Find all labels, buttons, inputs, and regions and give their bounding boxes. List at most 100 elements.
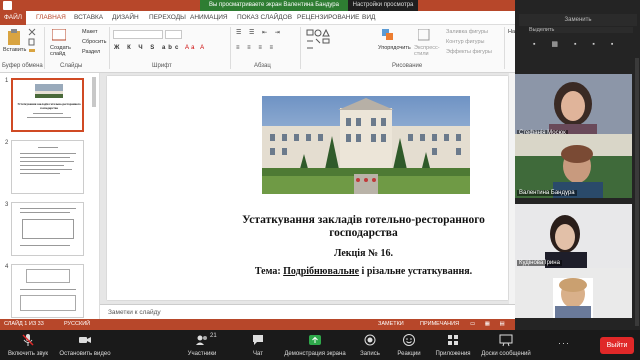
thumb-diagram	[22, 219, 74, 239]
thumb-number: 4	[5, 264, 9, 270]
chat-icon	[253, 335, 263, 345]
thumbnail-slide-3[interactable]	[11, 202, 84, 256]
new-slide-icon[interactable]	[52, 29, 66, 41]
screen-share-banner: Вы просматриваете экран Валентина Бандур…	[200, 0, 348, 11]
unmute-button[interactable]: Включить звук	[0, 330, 56, 360]
participant-name: Кудінова Ірина	[517, 260, 562, 266]
comments-toggle[interactable]: ПРИМЕЧАНИЯ	[420, 319, 459, 330]
tab-slideshow[interactable]: ПОКАЗ СЛАЙДОВ	[237, 14, 292, 21]
font-format-buttons[interactable]: Ж К Ч S abc	[114, 45, 181, 51]
slide-thumbnails-pane: 1 Устаткування закладів готельно-рестора…	[0, 73, 100, 319]
quick-styles-button[interactable]: Экспресс-стили	[414, 45, 440, 57]
participant-tile[interactable]	[515, 268, 632, 318]
record-button[interactable]: Запись	[356, 330, 384, 360]
section-button[interactable]: Раздел	[82, 49, 100, 55]
participant-tile[interactable]: Стефанія Мосюк	[515, 74, 632, 138]
whiteboards-button[interactable]: Доски сообщений	[478, 330, 534, 360]
status-bar: СЛАЙД 1 ИЗ 33 РУССКИЙ ЗАМЕТКИ ПРИМЕЧАНИЯ…	[0, 319, 515, 338]
tab-view[interactable]: ВИД	[362, 14, 375, 21]
tab-animation[interactable]: АНИМАЦИЯ	[190, 14, 228, 21]
thumbnail-slide-1[interactable]: Устаткування закладів готельно-ресторанн…	[11, 78, 84, 132]
shape-effects-button[interactable]: Эффекты фигуры	[446, 49, 492, 55]
thumbnails-scrollbar[interactable]	[92, 77, 96, 107]
font-color-buttons[interactable]: Аа А	[185, 45, 206, 51]
arrange-button[interactable]: Упорядочить	[378, 45, 411, 51]
layout-button[interactable]: Макет	[82, 29, 98, 35]
apps-button[interactable]: Приложения	[432, 330, 474, 360]
participants-button[interactable]: 21 Участники	[182, 330, 222, 360]
thumb-table	[20, 295, 76, 311]
chat-button[interactable]: Чат	[244, 330, 272, 360]
participants-icon	[196, 335, 207, 345]
microphone-muted-icon	[22, 334, 34, 346]
slide-notes-field[interactable]: Заметки к слайду	[100, 304, 515, 319]
participant-tile[interactable]: Валентина Бандура	[515, 134, 632, 198]
participants-count: 21	[210, 333, 217, 339]
thumb-number: 3	[5, 202, 9, 208]
list-buttons[interactable]: ☰ ☰ ⇤ ⇥	[236, 29, 283, 36]
topic-rest: і різальне устаткування.	[359, 266, 473, 277]
current-slide[interactable]: Устаткування закладів готельно-ресторанн…	[107, 76, 508, 300]
cut-icon[interactable]	[28, 28, 36, 36]
leave-meeting-button[interactable]: Выйти	[600, 337, 634, 354]
reset-button[interactable]: Сбросить	[82, 39, 106, 45]
tab-design[interactable]: ДИЗАЙН	[112, 14, 139, 21]
select-button[interactable]: Выделить	[529, 27, 633, 33]
stop-video-label: Остановить видео	[59, 351, 111, 357]
chat-label: Чат	[253, 351, 263, 357]
tab-review[interactable]: РЕЦЕНЗИРОВАНИЕ	[297, 14, 360, 21]
replace-button[interactable]: Заменить	[565, 17, 592, 23]
shapes-gallery-icon[interactable]	[306, 29, 336, 53]
shape-outline-button[interactable]: Контур фигуры	[446, 39, 484, 45]
font-name-select[interactable]	[113, 30, 163, 39]
record-label: Запись	[360, 351, 380, 357]
drawing-group-label: Рисование	[392, 63, 423, 69]
align-buttons[interactable]: ≡ ≡ ≡ ≡	[236, 45, 276, 51]
paste-icon[interactable]	[7, 29, 21, 45]
reactions-button[interactable]: Реакции	[394, 330, 424, 360]
gallery-scrollbar[interactable]	[635, 58, 639, 326]
tab-transitions[interactable]: ПЕРЕХОДЫ	[149, 14, 186, 21]
thumbnail-slide-4[interactable]	[11, 264, 84, 318]
thumbnail-slide-2[interactable]	[11, 140, 84, 194]
format-painter-icon[interactable]	[28, 48, 36, 56]
copy-icon[interactable]	[28, 38, 36, 46]
share-screen-button[interactable]: Демонстрация экрана	[280, 330, 350, 360]
participant-tile[interactable]: Кудінова Ірина	[515, 204, 632, 268]
slides-group-label: Слайды	[60, 63, 83, 69]
shape-fill-button[interactable]: Заливка фигуры	[446, 29, 488, 35]
tab-insert[interactable]: ВСТАВКА	[74, 14, 103, 21]
paste-button[interactable]: Вставить	[3, 47, 26, 53]
participant-video	[515, 268, 632, 318]
thumb-number: 2	[5, 140, 9, 146]
screen: Вы просматриваете экран Валентина Бандур…	[0, 0, 640, 360]
reactions-label: Реакции	[397, 351, 421, 357]
quick-styles-icon[interactable]	[418, 29, 430, 41]
thumb-building-image	[35, 84, 63, 98]
slide-lecture-number[interactable]: Лекція № 16.	[107, 248, 508, 259]
tab-file[interactable]: ФАЙЛ	[0, 11, 26, 25]
tab-home[interactable]: ГЛАВНАЯ	[36, 14, 66, 21]
font-size-select[interactable]	[165, 30, 182, 39]
meeting-toolbar: Включить звук Остановить видео 21 Участн…	[0, 330, 640, 360]
apps-label: Приложения	[435, 351, 471, 357]
slide-topic[interactable]: Тема: Подрібнювальне і різальне устаткув…	[107, 266, 508, 277]
whiteboard-icon	[499, 334, 513, 347]
notes-toggle[interactable]: ЗАМЕТКИ	[378, 319, 404, 330]
clipboard-group-label: Буфер обмена	[2, 63, 43, 69]
more-button[interactable]: ···	[544, 330, 584, 360]
gallery-view-toggles[interactable]: ▪ ▦ ▪ ▪ ▪	[533, 40, 633, 50]
arrange-icon[interactable]	[382, 29, 394, 41]
topic-underlined: Подрібнювальне	[283, 266, 360, 277]
view-settings-button[interactable]: Настройки просмотра	[348, 0, 418, 11]
language-indicator[interactable]: РУССКИЙ	[64, 319, 90, 330]
ribbon-tabs: ФАЙЛ ГЛАВНАЯ ВСТАВКА ДИЗАЙН ПЕРЕХОДЫ АНИ…	[0, 11, 515, 25]
participant-video	[515, 204, 632, 268]
stop-video-button[interactable]: Остановить видео	[56, 330, 114, 360]
thumb-title: Устаткування закладів готельно-ресторанн…	[17, 102, 81, 110]
slide-editor: Устаткування закладів готельно-ресторанн…	[100, 73, 515, 304]
new-slide-button[interactable]: Создать слайд	[50, 45, 72, 57]
more-icon: ···	[558, 338, 570, 348]
slide-title[interactable]: Устаткування закладів готельно-ресторанн…	[107, 214, 508, 240]
whiteboards-label: Доски сообщений	[481, 351, 531, 357]
